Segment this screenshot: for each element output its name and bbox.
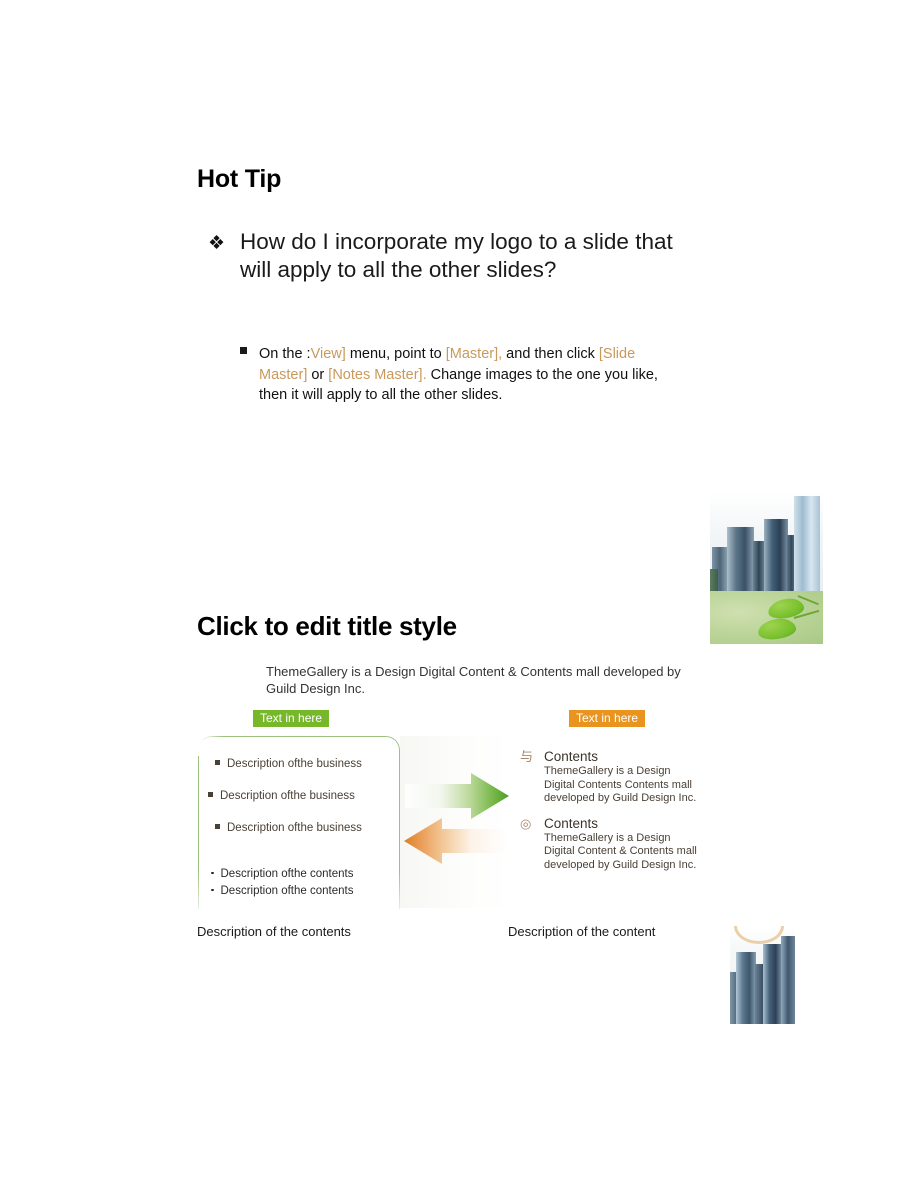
dot-bullet-icon <box>211 888 214 892</box>
block-body: ThemeGallery is a Design Digital Content… <box>544 765 697 804</box>
square-bullet-icon <box>215 760 220 766</box>
panel-edge-fade <box>197 734 223 756</box>
badge-text-in-here-left: Text in here <box>253 710 330 727</box>
slide-subtitle: ThemeGallery is a Design Digital Content… <box>266 664 681 696</box>
dot-bullet-icon <box>211 871 214 875</box>
list-item-label: Description ofthe contents <box>220 885 354 897</box>
sky-backdrop <box>730 926 795 1024</box>
block-body: ThemeGallery is a Design Digital Content… <box>544 831 697 871</box>
contents-bullet-list: Description ofthe contents Description of… <box>205 866 405 900</box>
list-item: Description ofthe contents <box>211 883 405 900</box>
arrow-right-shape <box>405 773 509 819</box>
badge-text-in-here-right: Text in here <box>569 710 646 727</box>
square-bullet-icon <box>208 792 213 798</box>
contents-detail-list: 与 Contents ThemeGallery is a Design Digita… <box>520 748 710 881</box>
building-shape <box>736 952 756 1024</box>
block-heading: Contents <box>544 749 599 764</box>
list-item-label: Description ofthe contents <box>220 868 354 880</box>
slide-title: Click to edit title style <box>197 611 457 642</box>
arrow-left-shape <box>404 818 508 864</box>
business-bullet-list: Description ofthe business Description of… <box>205 758 405 854</box>
contents-block: ◎ Contents ThemeGallery is a Design Digita… <box>520 815 710 873</box>
block-heading: Contents <box>544 815 599 831</box>
square-bullet-icon <box>215 824 220 830</box>
building-shape <box>763 944 782 1024</box>
list-item: Description ofthe contents <box>211 866 405 883</box>
building-shape <box>781 936 795 1024</box>
list-item-label: Description ofthe business <box>227 758 362 770</box>
contents-block: 与 Contents ThemeGallery is a Design Digita… <box>520 748 710 806</box>
list-item-label: Description ofthe business <box>220 790 355 802</box>
block-marker-icon: ◎ <box>520 815 532 831</box>
tower-photo <box>730 926 795 1024</box>
list-item: Description ofthe business <box>208 790 405 802</box>
list-item: Description ofthe business <box>215 758 405 770</box>
caption-right: Description of the content <box>508 924 656 939</box>
list-item-label: Description ofthe business <box>227 822 362 834</box>
list-item: Description ofthe business <box>215 822 405 834</box>
block-marker-icon: 与 <box>520 749 534 764</box>
arc-highlight-shape <box>734 926 784 944</box>
exchange-arrows-icon <box>404 773 509 864</box>
caption-left: Description of the contents <box>197 924 351 939</box>
